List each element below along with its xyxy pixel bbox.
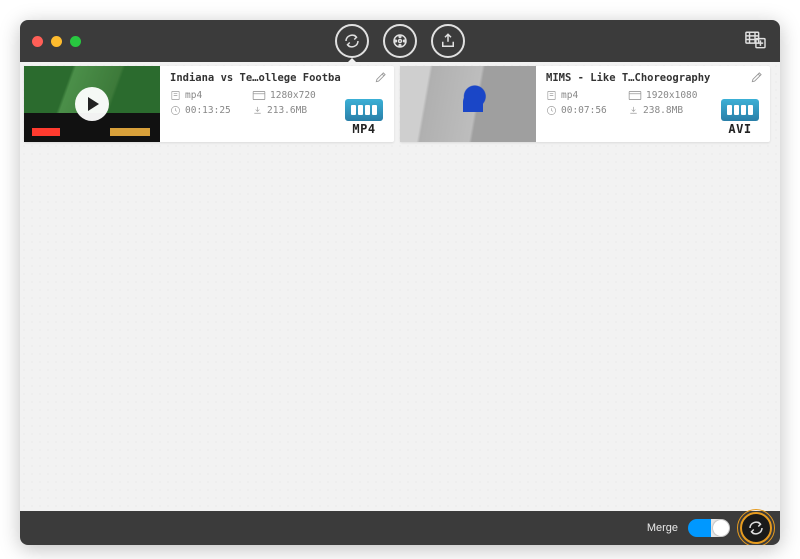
play-icon: [75, 87, 109, 121]
format-badge-icon: [345, 99, 383, 121]
media-card[interactable]: Indiana vs Te…ollege Footba mp4 1280x720…: [24, 66, 394, 142]
download-icon: [252, 105, 263, 116]
edit-button[interactable]: [374, 70, 388, 87]
tab-share[interactable]: [431, 24, 465, 58]
file-icon: [170, 90, 181, 101]
edit-button[interactable]: [750, 70, 764, 87]
merge-toggle[interactable]: [688, 519, 730, 537]
video-thumbnail[interactable]: [24, 66, 160, 142]
pencil-icon: [750, 70, 764, 84]
media-title: Indiana vs Te…ollege Footba: [170, 72, 390, 84]
file-list: Indiana vs Te…ollege Footba mp4 1280x720…: [20, 62, 780, 511]
zoom-window-button[interactable]: [70, 36, 81, 47]
file-icon: [546, 90, 557, 101]
add-media-icon: [744, 30, 766, 50]
app-window: Indiana vs Te…ollege Footba mp4 1280x720…: [20, 20, 780, 545]
film-icon: [391, 32, 409, 50]
convert-button[interactable]: [740, 512, 772, 544]
close-window-button[interactable]: [32, 36, 43, 47]
add-file-button[interactable]: [744, 30, 766, 53]
merge-label: Merge: [647, 522, 678, 534]
resolution-icon: [252, 90, 266, 101]
output-format-button[interactable]: MP4: [342, 99, 386, 136]
resolution-icon: [628, 90, 642, 101]
duration: 00:13:25: [170, 105, 252, 116]
minimize-window-button[interactable]: [51, 36, 62, 47]
refresh-icon: [747, 519, 765, 537]
format-label: MP4: [352, 122, 375, 136]
download-icon: [628, 105, 639, 116]
format-label: AVI: [728, 122, 751, 136]
mode-tabs: [335, 24, 465, 58]
footer-bar: Merge: [20, 511, 780, 545]
window-controls: [32, 36, 81, 47]
clock-icon: [170, 105, 181, 116]
duration: 00:07:56: [546, 105, 628, 116]
media-card[interactable]: MIMS - Like T…Choreography mp4 1920x1080…: [400, 66, 770, 142]
tab-convert[interactable]: [335, 24, 369, 58]
titlebar: [20, 20, 780, 62]
output-format-button[interactable]: AVI: [718, 99, 762, 136]
refresh-icon: [343, 32, 361, 50]
share-icon: [439, 32, 457, 50]
tab-edit[interactable]: [383, 24, 417, 58]
format-badge-icon: [721, 99, 759, 121]
container-format: mp4: [170, 90, 252, 101]
media-title: MIMS - Like T…Choreography: [546, 72, 766, 84]
video-thumbnail[interactable]: [400, 66, 536, 142]
container-format: mp4: [546, 90, 628, 101]
clock-icon: [546, 105, 557, 116]
pencil-icon: [374, 70, 388, 84]
